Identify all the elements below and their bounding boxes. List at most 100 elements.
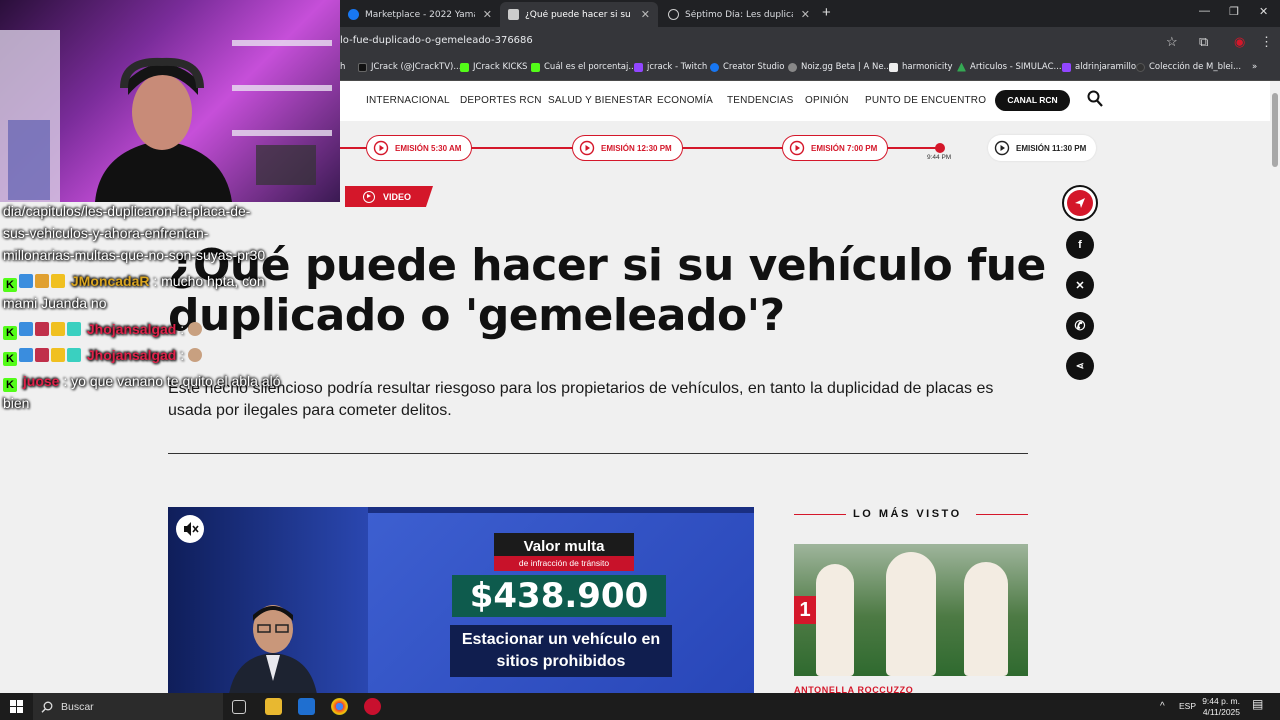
star-icon[interactable]: ☆ [1166, 34, 1178, 50]
profile-icon[interactable]: ◉ [1234, 34, 1245, 50]
video-badge: VIDEO [345, 186, 433, 207]
mute-button[interactable] [176, 515, 204, 543]
article-headline: ¿Qué puede hacer si su vehículo fue dupl… [168, 240, 1046, 341]
bookmark-item[interactable]: aldrinjaramillo [1062, 62, 1136, 72]
restore-icon[interactable]: ❐ [1229, 5, 1239, 18]
search-icon [41, 701, 53, 713]
canal-rcn-button[interactable]: CANAL RCN [995, 90, 1070, 111]
drive-icon [957, 62, 966, 72]
facebook-share-button[interactable]: f [1066, 231, 1094, 259]
github-icon [1136, 62, 1145, 72]
kick-badge-icon: K [3, 326, 17, 340]
more-bookmarks-icon[interactable]: » [1252, 62, 1257, 72]
tab-marketplace[interactable]: Marketplace - 2022 Yamaha MT ✕ [340, 2, 500, 27]
menu-icon[interactable]: ⋮ [1260, 34, 1273, 50]
page-scrollbar[interactable] [1270, 81, 1280, 693]
tray-chevron-icon[interactable]: ^ [1160, 701, 1165, 712]
badge-icon [67, 348, 81, 362]
nav-salud[interactable]: SALUD Y BIENESTAR [548, 95, 653, 106]
app-icon[interactable] [364, 698, 381, 715]
emission-530am[interactable]: EMISIÓN 5:30 AM [366, 135, 473, 161]
globe-icon [788, 62, 797, 72]
most-seen-caption[interactable]: ANTONELLA ROCCUZZO [794, 685, 913, 693]
divider [168, 453, 1028, 454]
tab-label: Séptimo Día: Les duplicaron la [685, 9, 793, 20]
nav-economia[interactable]: ECONOMÍA [657, 95, 713, 106]
close-window-icon[interactable]: ✕ [1259, 5, 1268, 18]
tab-active-article[interactable]: ¿Qué puede hacer si su vehículo ✕ [500, 2, 658, 27]
nav-opinion[interactable]: OPINIÓN [805, 95, 849, 106]
close-icon[interactable]: ✕ [801, 8, 810, 21]
x-icon [358, 62, 367, 72]
replay-icon [579, 140, 595, 156]
replay-icon [373, 140, 389, 156]
chat-line: K JMoncadaR : mucho hpta, con [3, 270, 265, 292]
minimize-icon[interactable]: — [1199, 5, 1210, 17]
share-icon: ⋖ [1075, 360, 1085, 372]
notifications-icon[interactable]: ▤ [1252, 698, 1263, 710]
share-button[interactable]: ⋖ [1066, 352, 1094, 380]
close-icon[interactable]: ✕ [641, 8, 650, 21]
bookmark-item[interactable]: harmonicity [889, 62, 953, 72]
chat-username[interactable]: JMoncadaR [71, 273, 150, 289]
bookmark-item[interactable]: JCrack KICKS [460, 62, 527, 72]
file-explorer-icon[interactable] [265, 698, 282, 715]
bookmark-item[interactable]: Noiz.gg Beta | A Ne... [788, 62, 892, 72]
new-tab-button[interactable]: + [822, 4, 831, 21]
taskbar-search[interactable]: Buscar [33, 693, 223, 720]
extensions-icon[interactable]: ⧉ [1199, 34, 1208, 50]
task-view-icon[interactable] [232, 700, 246, 714]
badge-icon [19, 348, 33, 362]
badge-icon [51, 274, 65, 288]
replay-icon [994, 140, 1010, 156]
kick-icon [460, 62, 469, 72]
nav-deportes[interactable]: DEPORTES RCN [460, 95, 542, 106]
emote-icon [188, 322, 203, 336]
clock[interactable]: 9:44 p. m. 4/11/2025 [1200, 696, 1240, 718]
kick-badge-icon: K [3, 278, 17, 292]
badge-icon [19, 322, 33, 336]
bookmark-item[interactable]: Colección de M_blei... [1136, 62, 1241, 72]
search-icon[interactable] [1087, 90, 1103, 108]
article-subhead: Este hecho silencioso podría resultar ri… [168, 380, 994, 419]
whatsapp-share-button[interactable]: ✆ [1066, 312, 1094, 340]
chat-line: millonarias-multas-que-no-son-suyas-pr30 [3, 247, 266, 263]
close-icon[interactable]: ✕ [483, 8, 492, 21]
chat-username[interactable]: Jhojansalgad [87, 321, 176, 337]
page-icon [508, 9, 519, 20]
rank-badge: 1 [794, 596, 816, 624]
nav-internacional[interactable]: INTERNACIONAL [366, 95, 450, 106]
facebook-icon [710, 62, 719, 72]
chat-username[interactable]: Jhojansalgad [87, 347, 176, 363]
bookmark-item[interactable]: JCrack (@JCrackTV)... [358, 62, 461, 72]
bookmark-item[interactable]: jcrack - Twitch [634, 62, 707, 72]
bookmark-item[interactable]: h [340, 62, 345, 72]
nav-tendencias[interactable]: TENDENCIAS [727, 95, 793, 106]
emission-1230pm[interactable]: EMISIÓN 12:30 PM [572, 135, 683, 161]
emission-700pm[interactable]: EMISIÓN 7:00 PM [782, 135, 889, 161]
send-icon [1075, 198, 1085, 208]
windows-start-icon[interactable] [10, 700, 23, 713]
kick-icon [531, 62, 540, 72]
video-fine-subtitle: de infracción de tránsito [494, 556, 634, 571]
chat-username[interactable]: juose [23, 373, 60, 389]
outlook-icon[interactable] [298, 698, 315, 715]
scroll-thumb[interactable] [1272, 93, 1278, 167]
tab-septimo-dia[interactable]: Séptimo Día: Les duplicaron la ✕ [660, 2, 818, 27]
most-seen-thumbnail[interactable] [794, 544, 1028, 676]
chrome-icon[interactable] [331, 698, 348, 715]
bookmark-item[interactable]: Cuál es el porcentaj... [531, 62, 636, 72]
most-seen-title: LO MÁS VISTO [853, 508, 962, 520]
badge-icon [35, 274, 49, 288]
chat-line: sus-vehiculos-y-ahora-enfrentan- [3, 225, 209, 241]
bookmark-item[interactable]: Articulos - SIMULAC... [957, 62, 1062, 72]
url-field[interactable]: lo-fue-duplicado-o-gemeleado-376686 [340, 35, 533, 46]
bookmark-item[interactable]: Creator Studio [710, 62, 784, 72]
current-time-marker [935, 143, 945, 153]
nav-punto-encuentro[interactable]: PUNTO DE ENCUENTRO [865, 95, 986, 106]
emission-1130pm[interactable]: EMISIÓN 11:30 PM [988, 135, 1097, 161]
x-share-button[interactable]: ✕ [1066, 271, 1094, 299]
language-indicator[interactable]: ESP [1179, 701, 1196, 712]
loading-icon [668, 9, 679, 20]
send-share-button[interactable] [1062, 185, 1098, 221]
